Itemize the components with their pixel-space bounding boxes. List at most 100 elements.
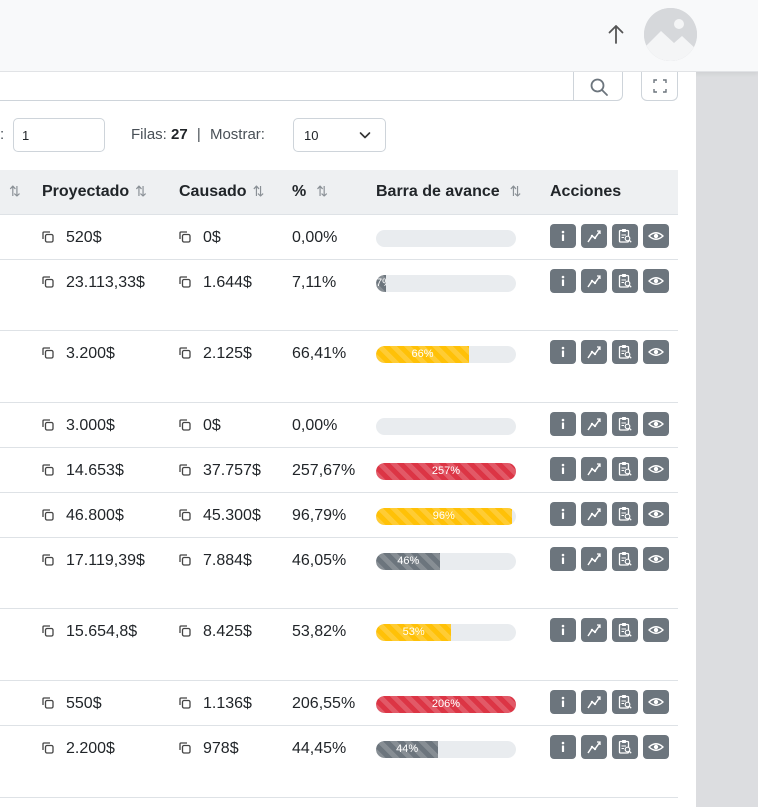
sort-icon[interactable]: ⇅	[9, 183, 21, 201]
causado-value: 8.425$	[203, 623, 252, 640]
clipboard-search-button[interactable]	[612, 457, 638, 481]
info-icon	[556, 740, 570, 754]
clipboard-search-button[interactable]	[612, 547, 638, 571]
page-size-select[interactable]: 10	[293, 118, 386, 152]
info-button[interactable]	[550, 735, 576, 759]
clipboard-search-button[interactable]	[612, 618, 638, 642]
clipboard-search-icon	[617, 551, 633, 567]
search-input[interactable]	[0, 72, 623, 101]
eye-button[interactable]	[643, 412, 669, 436]
row-actions	[550, 690, 669, 714]
chart-line-button[interactable]	[581, 224, 607, 248]
clipboard-search-icon	[617, 622, 633, 638]
copy-icon[interactable]	[179, 347, 191, 359]
chart-line-button[interactable]	[581, 457, 607, 481]
chart-line-button[interactable]	[581, 412, 607, 436]
copy-icon[interactable]	[179, 464, 191, 476]
cell-causado: 978$	[179, 740, 239, 758]
avatar[interactable]	[644, 8, 697, 61]
cell-causado: 2.125$	[179, 345, 252, 363]
info-button[interactable]	[550, 457, 576, 481]
info-icon	[556, 462, 570, 476]
chart-line-icon	[586, 416, 602, 432]
clipboard-search-button[interactable]	[612, 269, 638, 293]
copy-icon[interactable]	[42, 625, 54, 637]
search-icon	[590, 78, 608, 96]
copy-icon[interactable]	[179, 742, 191, 754]
arrow-up-icon[interactable]	[606, 22, 626, 46]
copy-icon[interactable]	[42, 276, 54, 288]
eye-button[interactable]	[643, 618, 669, 642]
copy-icon[interactable]	[179, 554, 191, 566]
eye-button[interactable]	[643, 735, 669, 759]
copy-icon[interactable]	[42, 554, 54, 566]
causado-value: 7.884$	[203, 552, 252, 569]
search-button[interactable]	[573, 72, 623, 101]
column-header-barra[interactable]: Barra de avance ⇅	[376, 183, 521, 201]
copy-icon[interactable]	[42, 231, 54, 243]
copy-icon[interactable]	[42, 509, 54, 521]
chart-line-button[interactable]	[581, 502, 607, 526]
chart-line-button[interactable]	[581, 690, 607, 714]
column-header-proyectado[interactable]: Proyectado ⇅	[42, 183, 147, 201]
sort-icon[interactable]: ⇅	[316, 183, 328, 199]
column-header-causado[interactable]: Causado ⇅	[179, 183, 264, 201]
fullscreen-button[interactable]	[641, 72, 678, 101]
copy-icon[interactable]	[179, 231, 191, 243]
copy-icon[interactable]	[42, 464, 54, 476]
copy-icon[interactable]	[42, 347, 54, 359]
clipboard-search-button[interactable]	[612, 735, 638, 759]
info-button[interactable]	[550, 269, 576, 293]
chart-line-button[interactable]	[581, 269, 607, 293]
eye-button[interactable]	[643, 547, 669, 571]
chart-line-button[interactable]	[581, 735, 607, 759]
chart-line-button[interactable]	[581, 340, 607, 364]
column-header-percent[interactable]: % ⇅	[292, 183, 328, 201]
copy-icon[interactable]	[179, 419, 191, 431]
clipboard-search-button[interactable]	[612, 340, 638, 364]
info-button[interactable]	[550, 547, 576, 571]
progress-bar: 206%	[376, 696, 516, 713]
chart-line-button[interactable]	[581, 547, 607, 571]
page-size-value: 10	[304, 128, 319, 143]
table-row: 46.800$ 45.300$ 96,79% 96%	[0, 493, 678, 538]
info-button[interactable]	[550, 618, 576, 642]
progress-fill: 206%	[376, 696, 516, 713]
info-button[interactable]	[550, 690, 576, 714]
table-row: 23.113,33$ 1.644$ 7,11% 7%	[0, 260, 678, 331]
copy-icon[interactable]	[42, 697, 54, 709]
table-row: 3.000$ 0$ 0,00%	[0, 403, 678, 448]
info-button[interactable]	[550, 412, 576, 436]
progress-bar	[376, 418, 516, 435]
chart-line-icon	[586, 506, 602, 522]
clipboard-search-button[interactable]	[612, 412, 638, 436]
info-button[interactable]	[550, 502, 576, 526]
copy-icon[interactable]	[179, 509, 191, 521]
info-icon	[556, 695, 570, 709]
eye-button[interactable]	[643, 269, 669, 293]
table-card: : 1 Filas: 27 | Mostrar: 10 ⇅ Proyectado…	[0, 72, 696, 807]
sort-icon[interactable]: ⇅	[510, 183, 522, 199]
info-button[interactable]	[550, 224, 576, 248]
sort-icon[interactable]: ⇅	[253, 183, 265, 199]
eye-button[interactable]	[643, 457, 669, 481]
copy-icon[interactable]	[42, 419, 54, 431]
copy-icon[interactable]	[179, 276, 191, 288]
copy-icon[interactable]	[179, 697, 191, 709]
eye-button[interactable]	[643, 690, 669, 714]
eye-button[interactable]	[643, 224, 669, 248]
clipboard-search-button[interactable]	[612, 502, 638, 526]
pagination-bar: : 1 Filas: 27 | Mostrar: 10	[0, 118, 696, 152]
page-number-input[interactable]: 1	[13, 118, 105, 152]
progress-fill: 44%	[376, 741, 439, 758]
chart-line-button[interactable]	[581, 618, 607, 642]
eye-button[interactable]	[643, 340, 669, 364]
info-button[interactable]	[550, 340, 576, 364]
eye-button[interactable]	[643, 502, 669, 526]
copy-icon[interactable]	[179, 625, 191, 637]
clipboard-search-button[interactable]	[612, 690, 638, 714]
clipboard-search-button[interactable]	[612, 224, 638, 248]
cell-proyectado: 17.119,39$	[42, 552, 145, 570]
copy-icon[interactable]	[42, 742, 54, 754]
sort-icon[interactable]: ⇅	[135, 183, 147, 199]
